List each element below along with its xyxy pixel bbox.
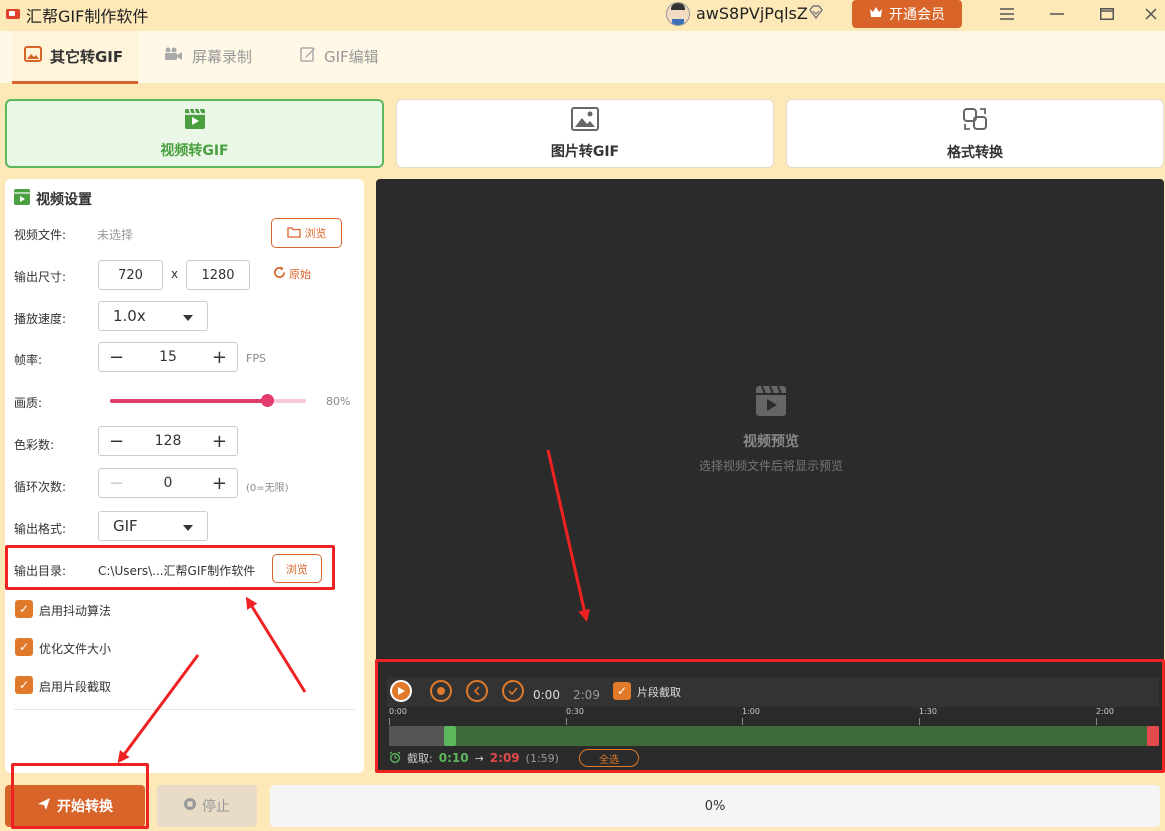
arrow-to-timeline — [546, 449, 591, 622]
arrow-to-start — [117, 654, 200, 764]
arrow-to-outdir — [245, 596, 307, 693]
annotation-arrows — [117, 449, 591, 764]
